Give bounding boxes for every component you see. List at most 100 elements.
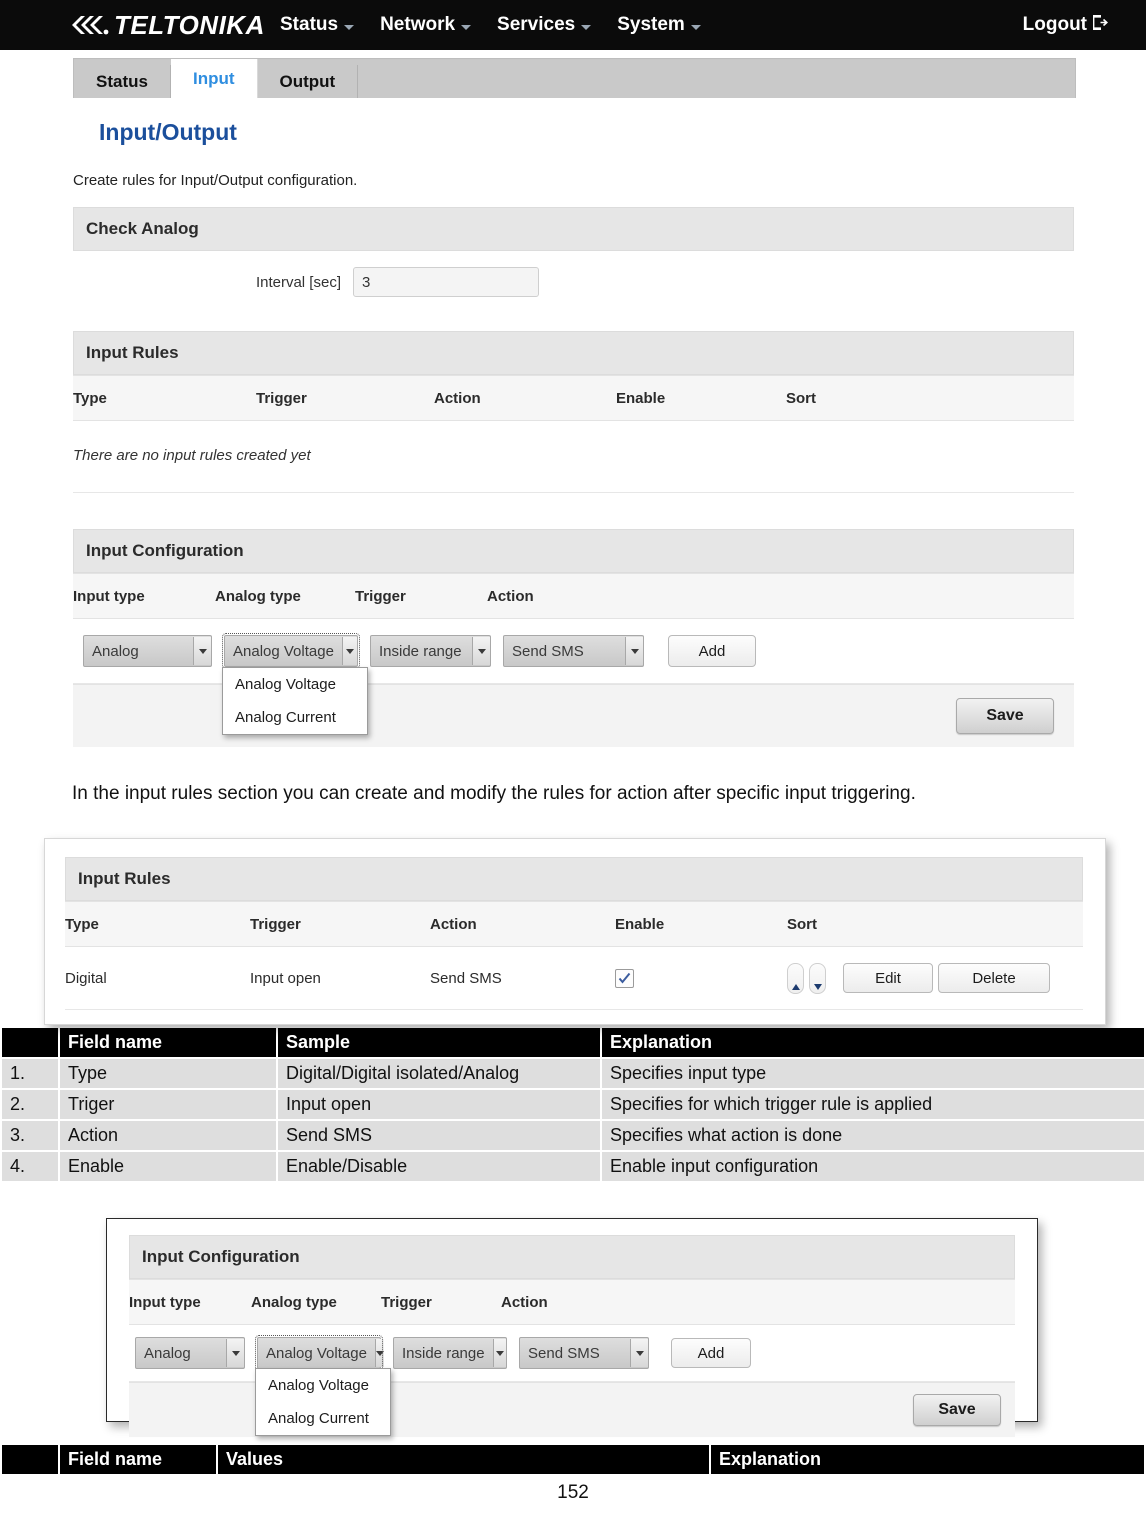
action-select[interactable]: Send SMS	[503, 635, 644, 667]
nav-item-services[interactable]: Services	[497, 14, 592, 36]
cell-sample: Send SMS	[278, 1121, 600, 1150]
cell-index: 1.	[2, 1059, 58, 1088]
header-index	[2, 1445, 58, 1474]
trigger-select-2[interactable]: Inside range	[393, 1337, 507, 1369]
chevron-down-icon	[341, 637, 357, 665]
brand-name: TELTONIKA	[114, 9, 265, 40]
edit-button[interactable]: Edit	[843, 963, 933, 993]
tab-status[interactable]: Status	[74, 65, 171, 98]
save-button-2[interactable]: Save	[913, 1394, 1001, 1426]
logout-label: Logout	[1022, 14, 1087, 35]
page-description: Create rules for Input/Output configurat…	[73, 172, 358, 189]
nav-item-status-label: Status	[280, 14, 339, 35]
action-value: Send SMS	[528, 1344, 600, 1362]
nav-menu: Status Network Services System	[280, 0, 701, 50]
header-values: Values	[218, 1445, 709, 1474]
input-type-value: Analog	[92, 642, 139, 660]
column-sort: Sort	[786, 389, 816, 407]
dropdown-option-analog-voltage[interactable]: Analog Voltage	[256, 1369, 390, 1402]
header-sample: Sample	[278, 1028, 600, 1057]
cell-index: 4.	[2, 1152, 58, 1181]
chevron-down-icon	[374, 1339, 384, 1367]
cell-explanation: Specifies input type	[602, 1059, 1144, 1088]
analog-type-dropdown-menu-2: Analog Voltage Analog Current	[255, 1368, 391, 1436]
table-row: 4. Enable Enable/Disable Enable input co…	[2, 1152, 1144, 1181]
analog-type-value: Analog Voltage	[266, 1344, 367, 1362]
input-type-select[interactable]: Analog	[83, 635, 212, 667]
column-action: Action	[434, 389, 481, 407]
save-button[interactable]: Save	[956, 698, 1054, 734]
cell-index: 3.	[2, 1121, 58, 1150]
analog-type-select-2[interactable]: Analog Voltage Analog Voltage Analog Cur…	[255, 1335, 391, 1436]
analog-type-select[interactable]: Analog Voltage Analog Voltage Analog Cur…	[222, 633, 368, 735]
trigger-value: Inside range	[379, 642, 462, 660]
add-button-2[interactable]: Add	[671, 1338, 751, 1368]
table-row: Digital Input open Send SMS Edit Delete	[65, 947, 1083, 1009]
top-navigation-bar: TELTONIKA Status Network Services System…	[0, 0, 1146, 50]
cell-sample: Input open	[278, 1090, 600, 1119]
field-description-table: Field name Sample Explanation 1. Type Di…	[0, 1026, 1146, 1183]
sort-up-button[interactable]	[787, 962, 804, 994]
chevron-down-icon	[690, 24, 701, 30]
tab-input[interactable]: Input	[170, 59, 258, 98]
sort-down-button[interactable]	[809, 962, 826, 994]
cell-sample: Enable/Disable	[278, 1152, 600, 1181]
page-body: Input/Output Create rules for Input/Outp…	[73, 97, 1074, 747]
header-field-name: Field name	[60, 1028, 276, 1057]
dropdown-option-analog-current[interactable]: Analog Current	[256, 1402, 390, 1435]
interval-field-row: Interval [sec]	[73, 251, 1074, 313]
input-rules-empty-message: There are no input rules created yet	[73, 447, 311, 464]
trigger-select[interactable]: Inside range	[370, 635, 491, 667]
router-ui-screenshot-top: TELTONIKA Status Network Services System…	[0, 0, 1146, 747]
table-row: 1. Type Digital/Digital isolated/Analog …	[2, 1059, 1144, 1088]
chevron-down-icon	[630, 1339, 648, 1367]
input-configuration-screenshot: Input Configuration Input type Analog ty…	[106, 1218, 1038, 1437]
page-title: Input/Output	[99, 119, 237, 145]
trigger-value: Inside range	[402, 1344, 485, 1362]
chevron-down-icon	[193, 637, 211, 665]
column-trigger: Trigger	[256, 389, 307, 407]
column-action: Action	[430, 915, 477, 933]
chevron-down-icon	[625, 637, 643, 665]
input-config-table-header: Input type Analog type Trigger Action	[73, 573, 1074, 619]
interval-input[interactable]	[353, 267, 539, 297]
analog-type-value: Analog Voltage	[233, 642, 334, 660]
section-check-analog: Check Analog	[73, 207, 1074, 251]
dropdown-option-analog-voltage[interactable]: Analog Voltage	[223, 668, 367, 701]
nav-item-status[interactable]: Status	[280, 14, 355, 36]
nav-item-system[interactable]: System	[617, 14, 701, 36]
nav-item-system-label: System	[617, 14, 685, 35]
column-enable: Enable	[616, 389, 666, 407]
column-action: Action	[501, 1293, 548, 1311]
nav-item-network[interactable]: Network	[380, 14, 472, 36]
tab-strip: Status Input Output	[73, 58, 1076, 98]
cell-action: Send SMS	[430, 969, 502, 987]
input-type-select-2[interactable]: Analog	[135, 1337, 245, 1369]
section-input-rules: Input Rules	[73, 331, 1074, 375]
column-enable: Enable	[615, 915, 665, 933]
column-action: Action	[487, 587, 534, 605]
input-rules-table-header: Type Trigger Action Enable Sort	[73, 375, 1074, 421]
input-config-header-2: Input type Analog type Trigger Action	[129, 1279, 1015, 1325]
add-button[interactable]: Add	[668, 635, 756, 667]
tab-output[interactable]: Output	[257, 65, 359, 98]
table-row: 2. Triger Input open Specifies for which…	[2, 1090, 1144, 1119]
cell-sort-actions: Edit Delete	[787, 962, 1050, 994]
section-input-rules-filled: Input Rules	[65, 857, 1083, 901]
header-explanation: Explanation	[711, 1445, 1144, 1474]
delete-button[interactable]: Delete	[938, 963, 1050, 993]
cell-sample: Digital/Digital isolated/Analog	[278, 1059, 600, 1088]
dropdown-option-analog-current[interactable]: Analog Current	[223, 701, 367, 734]
section-input-configuration-2: Input Configuration	[129, 1235, 1015, 1279]
interval-label: Interval [sec]	[255, 273, 341, 291]
chevron-down-icon	[472, 637, 490, 665]
cell-explanation: Specifies what action is done	[602, 1121, 1144, 1150]
input-config-control-row: Analog Analog Voltage Analog Voltage Ana…	[73, 619, 1074, 735]
action-select-2[interactable]: Send SMS	[519, 1337, 649, 1369]
table-row: 3. Action Send SMS Specifies what action…	[2, 1121, 1144, 1150]
chevron-down-icon	[461, 24, 472, 30]
enable-checkbox[interactable]	[615, 968, 634, 988]
logout-button[interactable]: Logout	[1023, 0, 1108, 50]
chevron-down-icon	[344, 24, 355, 30]
nav-item-services-label: Services	[497, 14, 576, 35]
